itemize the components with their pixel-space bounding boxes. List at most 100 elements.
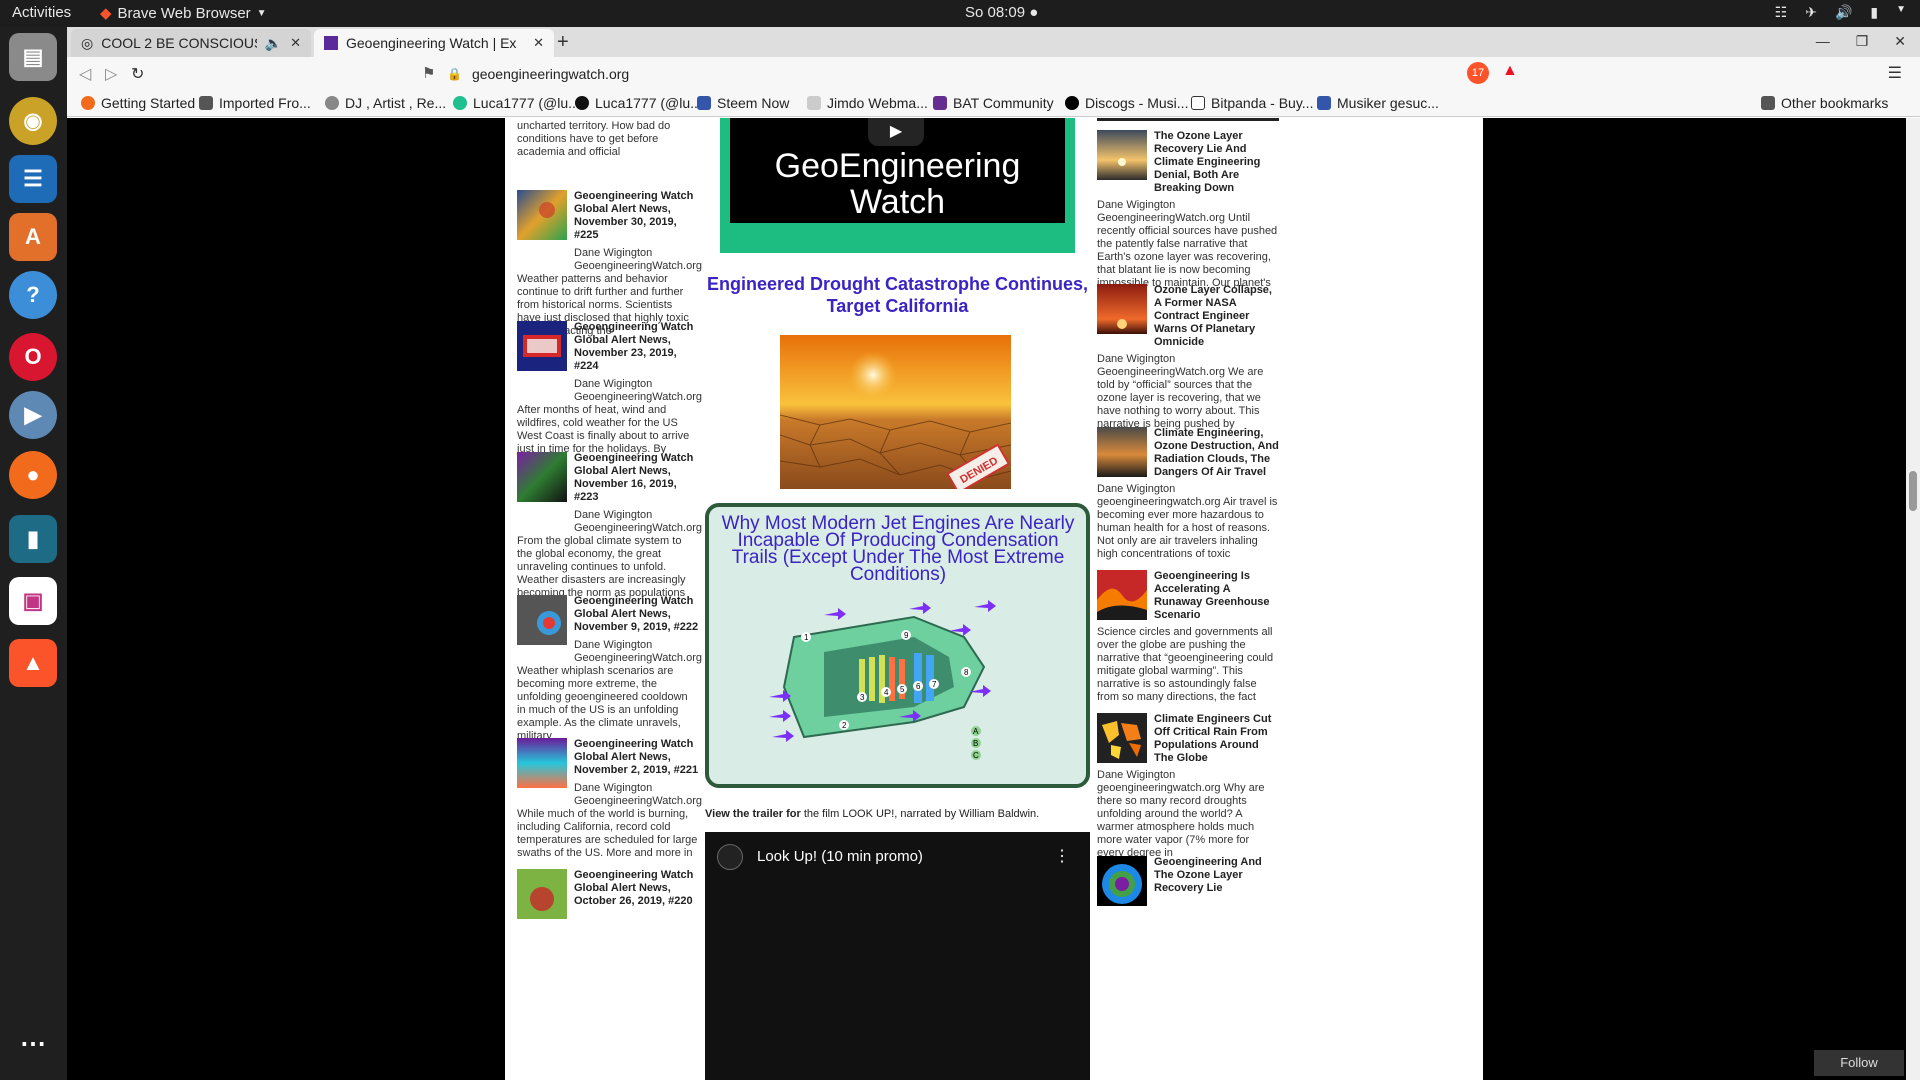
minimize-icon[interactable]: —	[1816, 33, 1830, 50]
bookmark-item[interactable]: Luca1777 (@lu...	[575, 95, 702, 111]
list-item[interactable]: Ozone Layer Collapse, A Former NASA Cont…	[1097, 284, 1279, 431]
channel-avatar[interactable]	[717, 844, 743, 870]
post-title[interactable]: Climate Engineers Cut Off Critical Rain …	[1154, 713, 1279, 765]
video-player[interactable]: ▶ GeoEngineering Watch	[720, 118, 1075, 253]
bookmark-item[interactable]: Musiker gesuc...	[1317, 95, 1439, 111]
post-thumbnail[interactable]	[1097, 284, 1147, 334]
list-item[interactable]: Geoengineering Watch Global Alert News, …	[517, 190, 702, 338]
follow-button[interactable]: Follow	[1814, 1050, 1904, 1076]
post-thumbnail[interactable]	[517, 595, 567, 645]
list-item[interactable]: Geoengineering Watch Global Alert News, …	[517, 452, 702, 600]
new-tab-button[interactable]: +	[557, 31, 569, 54]
article-link[interactable]: Engineered Drought Catastrophe Continues…	[705, 273, 1090, 317]
post-excerpt: While much of the world is burning, incl…	[517, 808, 698, 859]
post-title[interactable]: Geoengineering Watch Global Alert News, …	[574, 738, 699, 777]
scrollbar-thumb[interactable]	[1909, 471, 1917, 511]
speaker-muted-icon[interactable]: 🔈	[265, 35, 282, 52]
jet-engine-promo[interactable]: Why Most Modern Jet Engines Are Nearly I…	[705, 503, 1090, 788]
bookmark-label: Steem Now	[717, 95, 790, 111]
post-title[interactable]: Geoengineering Watch Global Alert News, …	[574, 321, 699, 373]
post-thumbnail[interactable]	[517, 190, 567, 240]
post-thumbnail[interactable]	[1097, 427, 1147, 477]
post-title[interactable]: Geoengineering Watch Global Alert News, …	[574, 595, 699, 634]
window-app-icon[interactable]: ▮	[9, 515, 57, 563]
close-tab-icon[interactable]: ✕	[533, 35, 544, 51]
promo-title[interactable]: Why Most Modern Jet Engines Are Nearly I…	[713, 514, 1083, 584]
files-app-icon[interactable]: ▤	[9, 33, 57, 81]
video-title[interactable]: Look Up! (10 min promo)	[757, 848, 923, 865]
brave-rewards-icon[interactable]: ▲	[1502, 62, 1518, 80]
brave-icon[interactable]: ▲	[9, 639, 57, 687]
post-thumbnail[interactable]	[517, 738, 567, 788]
post-title[interactable]: Climate Engineering, Ozone Destruction, …	[1154, 427, 1279, 479]
list-item[interactable]: Climate Engineering, Ozone Destruction, …	[1097, 427, 1279, 561]
app-menu[interactable]: ◆ Brave Web Browser ▼	[100, 4, 267, 23]
close-window-icon[interactable]: ✕	[1894, 33, 1906, 50]
bookmark-item[interactable]: Luca1777 (@lu...	[453, 95, 580, 111]
bookmark-item[interactable]: Discogs - Musi...	[1065, 95, 1188, 111]
other-bookmarks[interactable]: Other bookmarks	[1761, 95, 1888, 111]
list-item[interactable]: Climate Engineers Cut Off Critical Rain …	[1097, 713, 1279, 860]
post-thumbnail[interactable]	[1097, 713, 1147, 763]
reload-icon[interactable]: ↻	[131, 64, 144, 84]
post-thumbnail[interactable]	[517, 869, 567, 919]
bookmark-item[interactable]: Getting Started	[81, 95, 195, 111]
tab-cool2beconscious[interactable]: ◎ COOL 2 BE CONSCIOUS 🔈 ✕	[71, 29, 311, 57]
bookmark-icon[interactable]: ⚑	[422, 64, 435, 82]
play-icon[interactable]: ▶	[868, 118, 924, 146]
post-title[interactable]: The Ozone Layer Recovery Lie And Climate…	[1154, 130, 1279, 195]
instagram-icon[interactable]: ▣	[9, 577, 57, 625]
software-center-icon[interactable]: A	[9, 213, 57, 261]
vertical-scrollbar[interactable]	[1906, 118, 1920, 1080]
list-item[interactable]: Geoengineering Watch Global Alert News, …	[517, 738, 703, 860]
post-thumbnail[interactable]	[1097, 856, 1147, 906]
post-title[interactable]: Geoengineering Is Accelerating A Runaway…	[1154, 570, 1279, 622]
system-tray[interactable]: ☷ ✈ 🔊 ▮ ▼	[1775, 4, 1906, 21]
list-item[interactable]: The Ozone Layer Recovery Lie And Climate…	[1097, 130, 1279, 290]
bookmark-item[interactable]: Jimdo Webma...	[807, 95, 928, 111]
activities-button[interactable]: Activities	[12, 4, 71, 21]
post-thumbnail[interactable]	[1097, 570, 1147, 620]
bookmark-item[interactable]: DJ , Artist , Re...	[325, 95, 446, 111]
list-item[interactable]: Geoengineering Is Accelerating A Runaway…	[1097, 570, 1279, 704]
youtube-embed[interactable]: Look Up! (10 min promo) ⋮	[705, 832, 1090, 1080]
url-text: geoengineeringwatch.org	[471, 66, 630, 82]
post-thumbnail[interactable]	[517, 452, 567, 502]
help-icon[interactable]: ?	[9, 271, 57, 319]
post-thumbnail[interactable]	[517, 321, 567, 371]
list-item[interactable]: Geoengineering Watch Global Alert News, …	[517, 595, 702, 743]
post-author: Dane Wigington GeoengineeringWatch.org	[574, 782, 703, 807]
divider	[1097, 118, 1279, 121]
show-apps-icon[interactable]: ⋯	[9, 1019, 57, 1067]
menu-icon[interactable]: ☰	[1888, 63, 1902, 83]
firefox-icon[interactable]: ●	[9, 451, 57, 499]
bookmark-item[interactable]: Bitpanda - Buy...	[1191, 95, 1313, 111]
post-title[interactable]: Geoengineering Watch Global Alert News, …	[574, 452, 699, 504]
bookmark-item[interactable]: BAT Community	[933, 95, 1054, 111]
post-title[interactable]: Geoengineering Watch Global Alert News, …	[574, 190, 699, 242]
list-item[interactable]: Geoengineering And The Ozone Layer Recov…	[1097, 856, 1279, 906]
post-title[interactable]: Geoengineering Watch Global Alert News, …	[574, 869, 699, 908]
opera-icon[interactable]: O	[9, 333, 57, 381]
writer-icon[interactable]: ☰	[9, 155, 57, 203]
drought-image[interactable]: DENIED	[780, 335, 1011, 489]
maximize-icon[interactable]: ❐	[1856, 33, 1869, 50]
close-tab-icon[interactable]: ✕	[290, 35, 301, 51]
bookmark-item[interactable]: Imported Fro...	[199, 95, 311, 111]
rhythmbox-icon[interactable]: ◉	[9, 97, 57, 145]
back-icon[interactable]: ◁	[79, 64, 91, 84]
media-player-icon[interactable]: ▶	[9, 391, 57, 439]
url-bar[interactable]: 🔒 geoengineeringwatch.org	[447, 61, 1447, 87]
brave-shields-icon[interactable]: 17	[1467, 62, 1489, 84]
list-item[interactable]: Geoengineering Watch Global Alert News, …	[517, 869, 699, 919]
post-title[interactable]: Ozone Layer Collapse, A Former NASA Cont…	[1154, 284, 1279, 349]
bookmark-item[interactable]: Steem Now	[697, 95, 789, 111]
post-thumbnail[interactable]	[1097, 130, 1147, 180]
tab-geoengineering-watch[interactable]: Geoengineering Watch | Ex ✕	[314, 29, 554, 57]
post-title[interactable]: Geoengineering And The Ozone Layer Recov…	[1154, 856, 1279, 895]
forward-icon[interactable]: ▷	[105, 64, 117, 84]
svg-text:6: 6	[916, 682, 921, 691]
more-options-icon[interactable]: ⋮	[1054, 846, 1070, 866]
list-item[interactable]: Geoengineering Watch Global Alert News, …	[517, 321, 702, 469]
clock[interactable]: So 08:09 ●	[965, 4, 1038, 21]
